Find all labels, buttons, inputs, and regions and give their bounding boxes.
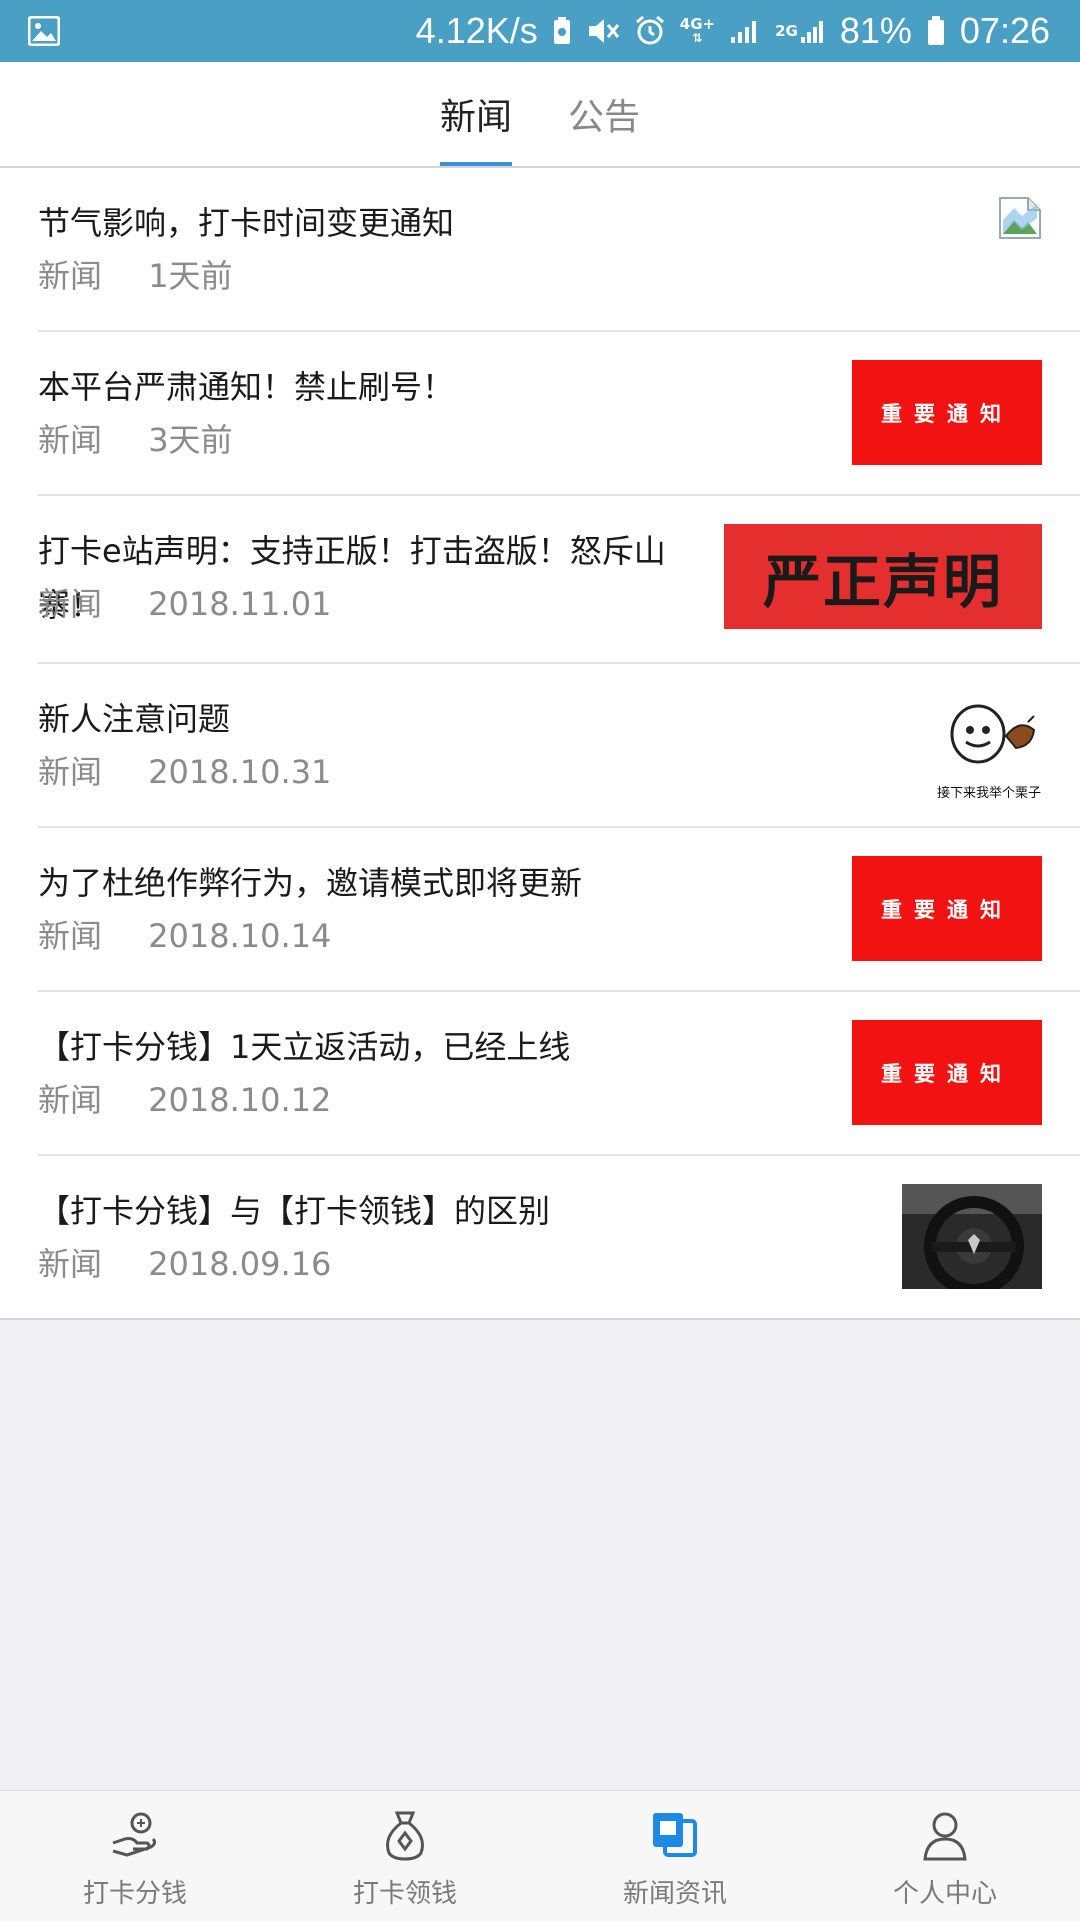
steering-wheel-photo [902, 1184, 1042, 1296]
news-title: 新人注意问题 [38, 700, 231, 738]
tab-announcements[interactable]: 公告 [568, 62, 640, 166]
network-4g-icon: 4G+ ⇅ [679, 15, 716, 46]
news-time: 2018.09.16 [148, 1245, 332, 1283]
news-title: 为了杜绝作弊行为，邀请模式即将更新 [38, 864, 583, 902]
status-bar: 4.12K/s 4G+ ⇅ 2G 81% 07:26 [0, 0, 1080, 62]
nav-label: 个人中心 [892, 1879, 997, 1909]
tab-news-label: 新闻 [439, 97, 512, 138]
nav-profile[interactable]: 个人中心 [810, 1791, 1080, 1921]
news-time: 2018.10.31 [148, 753, 332, 791]
battery-icon [926, 15, 946, 47]
news-tag: 新闻 [38, 753, 103, 791]
important-notice-thumbnail: 重要通知 [852, 360, 1042, 465]
news-item[interactable]: 节气影响，打卡时间变更通知 新闻 1天前 [38, 168, 1080, 332]
money-bag-icon [386, 1811, 424, 1861]
news-title: 本平台严肃通知！禁止刷号！ [38, 368, 455, 406]
news-meta: 新闻 2018.09.16 [38, 1244, 331, 1284]
signal-2g-icon: 2G [775, 17, 826, 45]
news-meta: 新闻 2018.10.31 [38, 752, 331, 792]
meme-caption: 接下来我举个栗子 [936, 786, 1041, 801]
news-meta: 新闻 2018.10.14 [38, 916, 331, 956]
news-title: 【打卡分钱】1天立返活动，已经上线 [38, 1028, 571, 1066]
signal-icon [729, 17, 761, 45]
news-item[interactable]: 打卡e站声明：支持正版！打击盗版！怒斥山寨！ 新闻 2018.11.01 严正声… [38, 496, 1080, 664]
news-meta: 新闻 2018.11.01 [38, 584, 331, 624]
battery-saver-icon [552, 16, 572, 46]
net-speed: 4.12K/s [415, 10, 538, 51]
meme-character-icon [950, 704, 1036, 764]
meme-thumbnail: 接下来我举个栗子 [936, 700, 1042, 801]
news-title: 节气影响，打卡时间变更通知 [38, 204, 455, 242]
news-tag: 新闻 [38, 421, 103, 459]
declaration-thumbnail: 严正声明 [724, 524, 1042, 629]
nav-label: 打卡分钱 [82, 1879, 187, 1909]
news-time: 3天前 [148, 421, 233, 459]
nav-daka-lingqian[interactable]: 打卡领钱 [270, 1791, 540, 1921]
news-item[interactable]: 新人注意问题 新闻 2018.10.31 接下来我举个栗子 [38, 664, 1080, 828]
news-tag: 新闻 [38, 917, 103, 955]
news-tabs: 新闻 公告 [0, 62, 1080, 168]
tab-announcements-label: 公告 [568, 97, 641, 138]
news-icon [653, 1813, 697, 1857]
nav-news[interactable]: 新闻资讯 [540, 1791, 810, 1921]
important-notice-thumbnail: 重要通知 [852, 1020, 1042, 1125]
news-item[interactable]: 【打卡分钱】与【打卡领钱】的区别 新闻 2018.09.16 [38, 1156, 1080, 1318]
tab-news[interactable]: 新闻 [439, 62, 513, 166]
news-tag: 新闻 [38, 1081, 103, 1119]
news-time: 2018.10.14 [148, 917, 332, 955]
news-time: 1天前 [148, 257, 233, 295]
bottom-nav: 打卡分钱 打卡领钱 新闻资讯 个人中心 [0, 1790, 1080, 1921]
data-arrows-icon: ⇅ [692, 31, 703, 45]
coin-hand-icon [112, 1812, 157, 1857]
mute-icon [586, 16, 620, 46]
news-time: 2018.10.12 [148, 1081, 332, 1119]
news-meta: 新闻 1天前 [38, 256, 233, 296]
news-tag: 新闻 [38, 585, 103, 623]
news-time: 2018.11.01 [148, 585, 332, 623]
news-title: 【打卡分钱】与【打卡领钱】的区别 [38, 1192, 551, 1230]
person-icon [923, 1812, 967, 1861]
news-item[interactable]: 【打卡分钱】1天立返活动，已经上线 新闻 2018.10.12 重要通知 [38, 992, 1080, 1156]
news-meta: 新闻 3天前 [38, 420, 233, 460]
nav-label: 新闻资讯 [622, 1879, 727, 1909]
nav-label: 打卡领钱 [352, 1879, 457, 1909]
news-item[interactable]: 为了杜绝作弊行为，邀请模式即将更新 新闻 2018.10.14 重要通知 [38, 828, 1080, 992]
news-tag: 新闻 [38, 257, 103, 295]
news-tag: 新闻 [38, 1245, 103, 1283]
news-item[interactable]: 本平台严肃通知！禁止刷号！ 新闻 3天前 重要通知 [38, 332, 1080, 496]
thumbnail-text: 重要通知 [881, 401, 1013, 426]
broken-image-icon [998, 196, 1042, 240]
important-notice-thumbnail: 重要通知 [852, 856, 1042, 961]
thumbnail-text: 严正声明 [762, 547, 1003, 616]
news-meta: 新闻 2018.10.12 [38, 1080, 331, 1120]
thumbnail-text: 重要通知 [881, 1061, 1013, 1086]
news-list: 节气影响，打卡时间变更通知 新闻 1天前 本平台严肃通知！禁止刷号！ 新闻 3天… [0, 168, 1080, 1320]
clock: 07:26 [959, 10, 1050, 51]
battery-percent: 81% [839, 10, 912, 51]
gallery-notification-icon [28, 16, 60, 46]
alarm-icon [634, 15, 666, 47]
thumbnail-text: 重要通知 [881, 897, 1013, 922]
nav-daka-fenqian[interactable]: 打卡分钱 [0, 1791, 270, 1921]
